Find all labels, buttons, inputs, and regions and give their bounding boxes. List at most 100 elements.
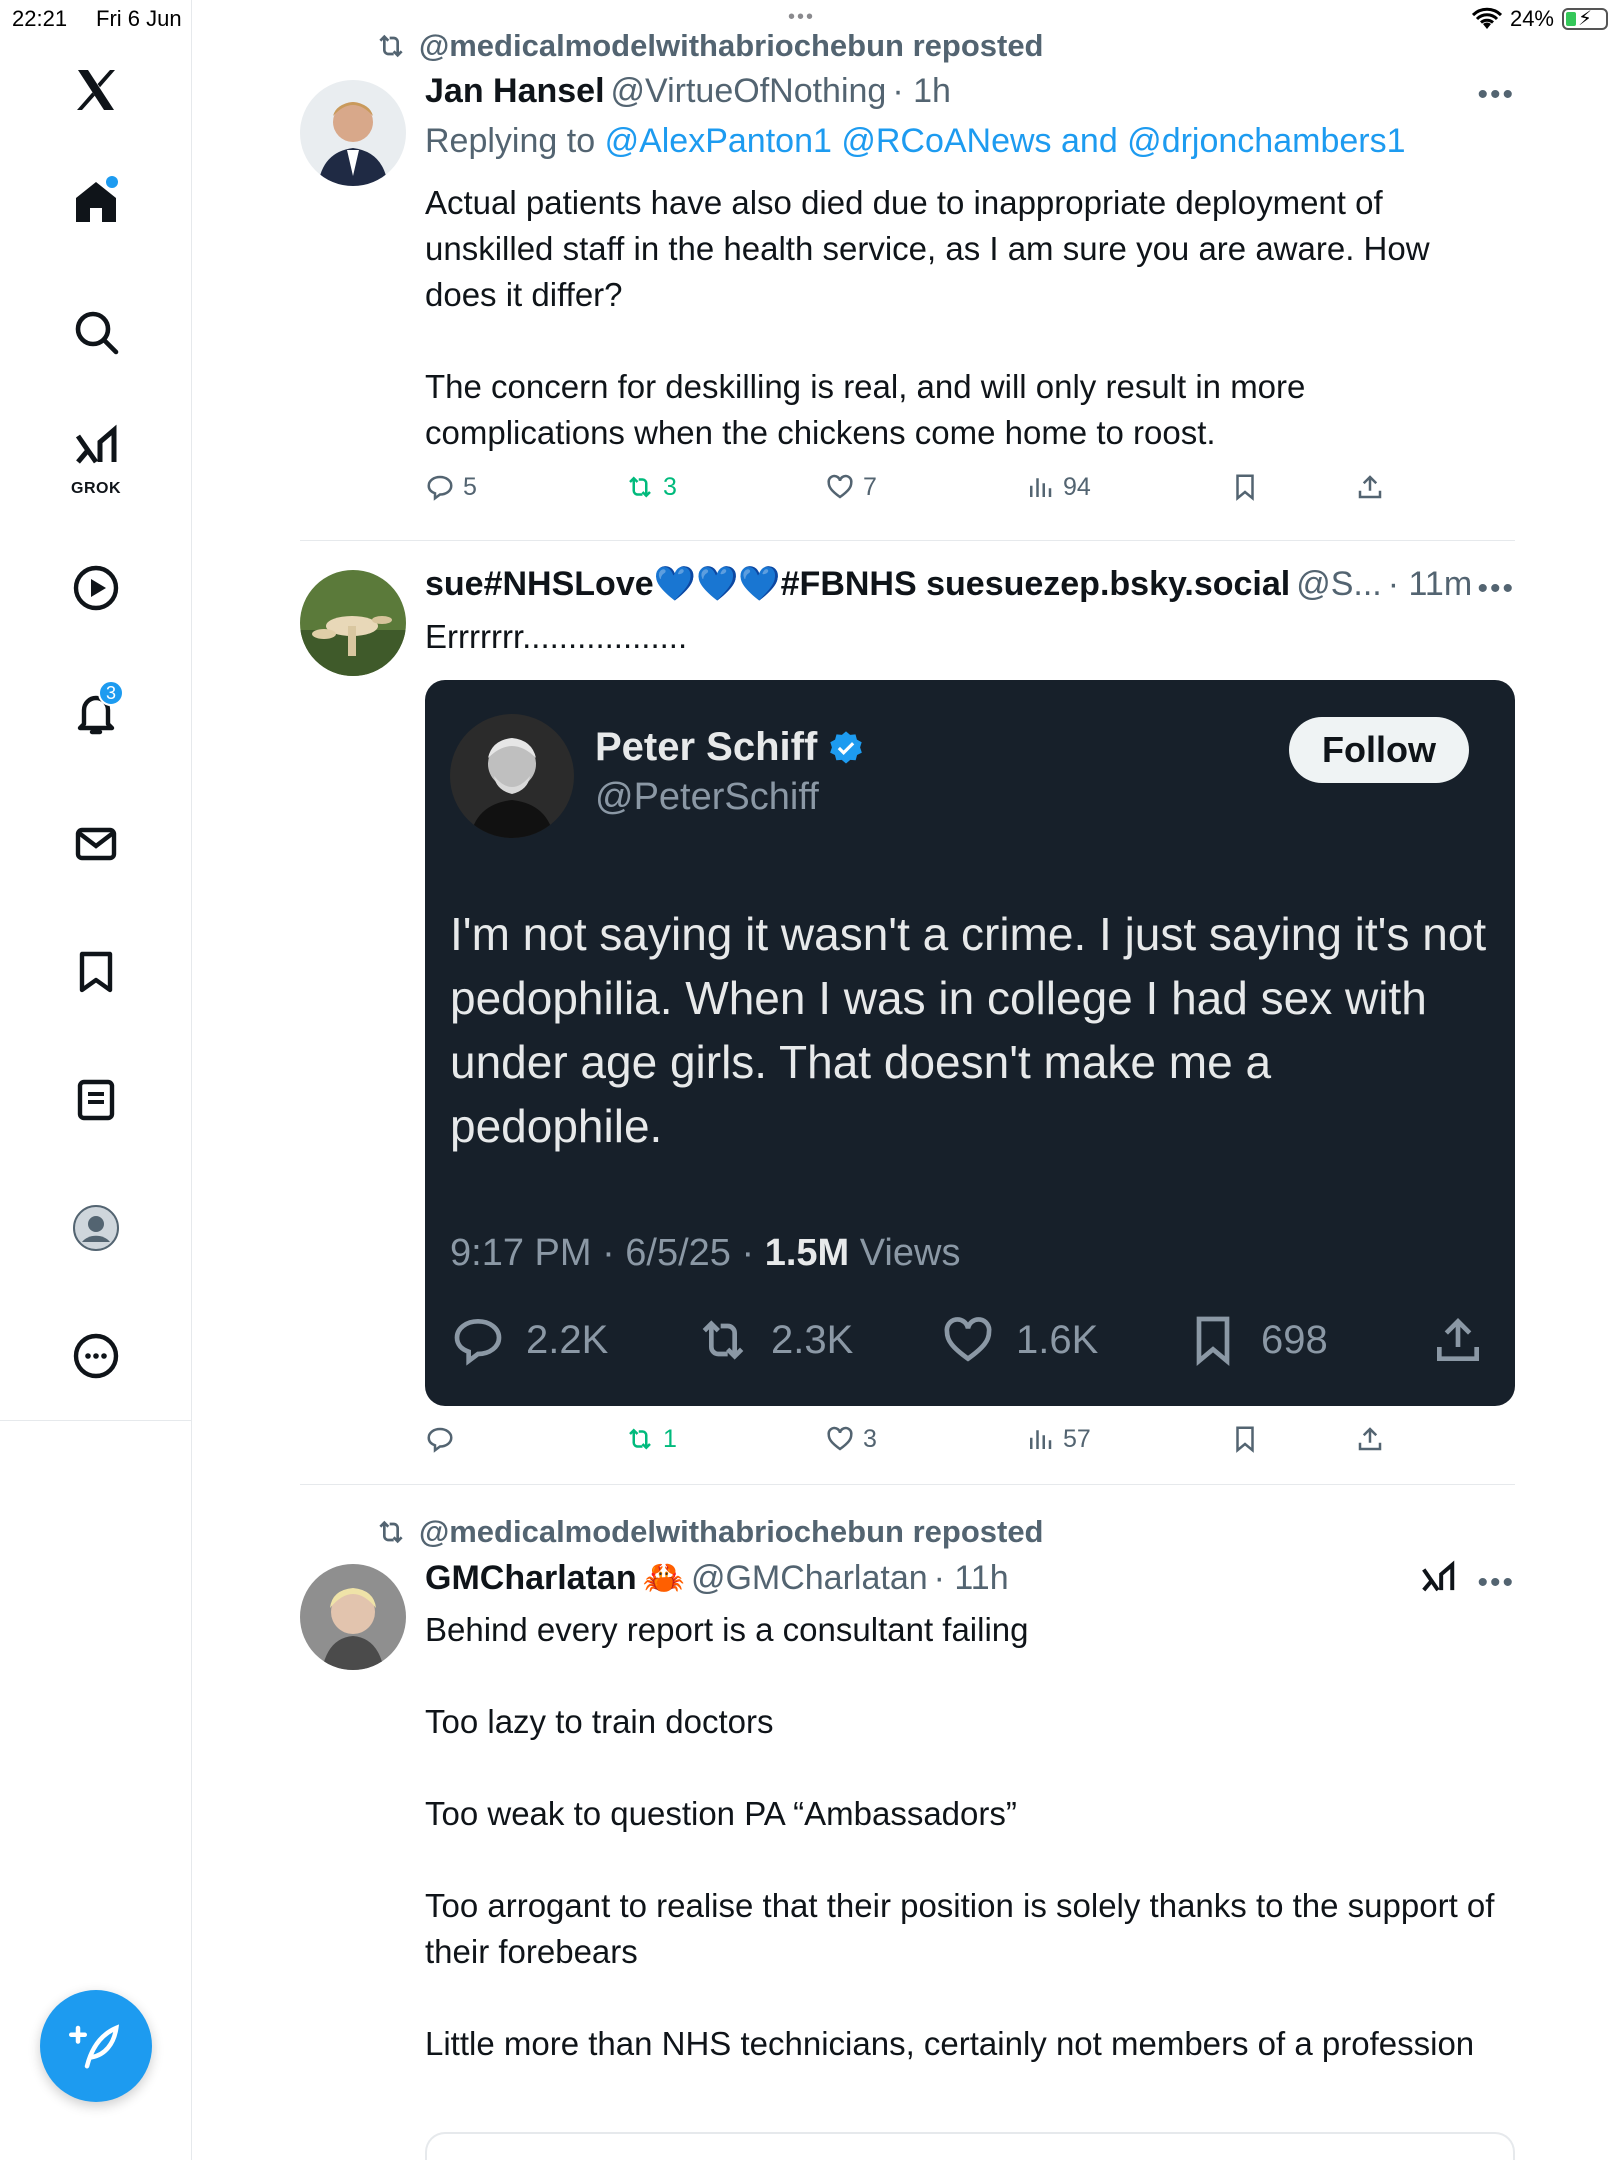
tweet-paragraph: Errrrrrr.................. <box>425 618 688 655</box>
heart-icon <box>827 474 853 499</box>
sidebar-item-more[interactable] <box>56 1316 136 1396</box>
search-icon <box>75 311 119 355</box>
tweet-paragraph: Too lazy to train doctors <box>425 1703 774 1740</box>
tweet-header: Jan Hansel @VirtueOfNothing · 1h <box>425 72 951 111</box>
heart-icon <box>944 1317 992 1362</box>
embed-author-handle: @PeterSchiff <box>595 776 819 818</box>
share-icon <box>1358 475 1382 499</box>
sidebar-item-bookmarks[interactable] <box>56 932 136 1012</box>
avatar[interactable] <box>300 80 406 186</box>
embed-views-count: 1.5M <box>764 1232 850 1274</box>
like-button[interactable]: 7 <box>825 472 877 502</box>
tweet-paragraph: Too weak to question PA “Ambassadors” <box>425 1795 1017 1832</box>
like-button[interactable]: 3 <box>825 1424 877 1454</box>
repost-count: 1 <box>663 1424 677 1453</box>
repost-button[interactable]: 1 <box>625 1424 677 1454</box>
embed-reply-count: 2.2K <box>526 1317 609 1362</box>
embed-follow-button: Follow <box>1289 717 1469 783</box>
embed-avatar <box>450 714 574 838</box>
replying-mentions[interactable]: @AlexPanton1 @RCoANews and @drjonchamber… <box>605 122 1406 160</box>
tweet-paragraph: Too arrogant to realise that their posit… <box>425 1887 1495 1970</box>
grok-icon[interactable] <box>1419 1560 1457 1603</box>
embedded-image[interactable]: Peter Schiff @PeterSchiff Follow I'm not… <box>425 680 1515 1406</box>
sidebar-item-video[interactable] <box>56 548 136 628</box>
author-name[interactable]: GMCharlatan <box>425 1559 637 1598</box>
sidebar-item-lists[interactable] <box>56 1060 136 1140</box>
tweet-text: Actual patients have also died due to in… <box>425 180 1510 456</box>
reply-button[interactable]: 5 <box>425 472 477 502</box>
profile-avatar-icon <box>73 1205 119 1251</box>
more-options-icon[interactable]: ••• <box>1477 1566 1515 1600</box>
author-handle[interactable]: @GMCharlatan <box>691 1559 928 1598</box>
reply-icon <box>454 1318 502 1366</box>
more-options-icon[interactable]: ••• <box>1477 78 1515 112</box>
more-circle-icon <box>73 1333 119 1379</box>
grok-label: GROK <box>71 480 121 497</box>
quoted-card-preview[interactable] <box>425 2132 1515 2160</box>
battery-percent: 24% <box>1509 6 1554 31</box>
tweet-paragraph: The concern for deskilling is real, and … <box>425 368 1306 451</box>
repost-button[interactable]: 3 <box>625 472 677 502</box>
x-logo-icon[interactable] <box>56 50 136 130</box>
embed-text: I'm not saying it wasn't a crime. I just… <box>450 908 1487 1152</box>
views-button[interactable]: 94 <box>1025 472 1091 502</box>
sidebar-item-messages[interactable] <box>56 804 136 884</box>
sidebar-item-explore[interactable] <box>56 292 136 372</box>
embed-meta: 9:17 PM · 6/5/25 · 1.5M Views <box>450 1232 960 1275</box>
author-handle[interactable]: @S... <box>1296 565 1382 604</box>
bookmark-button[interactable] <box>1230 1424 1260 1454</box>
list-icon <box>77 1079 115 1121</box>
share-icon <box>1437 1318 1479 1361</box>
sidebar-item-home[interactable] <box>56 162 136 242</box>
tweet-actions: 5 3 7 94 <box>425 472 1425 512</box>
tweet-time[interactable]: · 11h <box>934 1559 1009 1598</box>
verified-badge-icon <box>830 730 863 764</box>
sidebar-item-notifications[interactable]: 3 <box>56 674 136 754</box>
embed-author-name: Peter Schiff <box>595 725 865 770</box>
like-count: 7 <box>863 472 877 501</box>
author-name[interactable]: sue#NHSLove💙💙💙#FBNHS suesuezep.bsky.soci… <box>425 564 1290 604</box>
tweet-time[interactable]: · 1h <box>892 72 951 111</box>
multitask-dots[interactable]: ••• <box>788 6 815 29</box>
bookmark-icon <box>79 951 113 993</box>
mail-icon <box>75 827 117 861</box>
bookmark-icon <box>1236 474 1254 501</box>
embed-bookmark-count: 698 <box>1261 1317 1328 1362</box>
tweet-divider <box>300 540 1515 541</box>
more-options-icon[interactable]: ••• <box>1477 572 1515 606</box>
repost-icon <box>629 1428 651 1450</box>
sidebar-item-grok[interactable]: GROK <box>56 412 136 502</box>
bookmark-icon <box>1196 1316 1230 1366</box>
like-count: 3 <box>863 1424 877 1453</box>
repost-by-label: @medicalmodelwithabriochebun reposted <box>419 28 1044 63</box>
author-handle[interactable]: @VirtueOfNothing <box>611 72 887 111</box>
embed-repost-count: 2.3K <box>771 1317 854 1362</box>
sidebar: GROK 3 <box>0 0 192 2160</box>
repost-icon <box>379 34 403 58</box>
reply-button[interactable] <box>425 1424 463 1454</box>
views-button[interactable]: 57 <box>1025 1424 1091 1454</box>
replying-to: Replying to @AlexPanton1 @RCoANews and @… <box>425 122 1406 161</box>
status-right: 24% ⚡ <box>1471 6 1608 32</box>
avatar[interactable] <box>300 570 406 676</box>
compose-button[interactable] <box>40 1990 152 2102</box>
share-button[interactable] <box>1355 472 1385 502</box>
bookmark-button[interactable] <box>1230 472 1260 502</box>
tweet-time[interactable]: · 11m <box>1388 565 1472 604</box>
avatar[interactable] <box>300 1564 406 1670</box>
sidebar-divider <box>0 1420 192 1421</box>
view-count: 94 <box>1063 472 1091 501</box>
sidebar-item-profile[interactable] <box>56 1188 136 1268</box>
notification-badge: 3 <box>97 680 124 706</box>
embed-bookmark: 698 <box>1185 1312 1328 1368</box>
repost-count: 3 <box>663 472 677 501</box>
author-name[interactable]: Jan Hansel <box>425 72 605 111</box>
share-button[interactable] <box>1355 1424 1385 1454</box>
embed-views-label: Views <box>849 1232 961 1274</box>
grok-icon <box>75 424 117 464</box>
embed-like-count: 1.6K <box>1016 1317 1099 1362</box>
battery-icon: ⚡ <box>1562 8 1608 30</box>
repost-icon <box>702 1320 744 1360</box>
analytics-icon <box>1030 1430 1052 1449</box>
tweet-paragraph: Behind every report is a consultant fail… <box>425 1611 1029 1648</box>
